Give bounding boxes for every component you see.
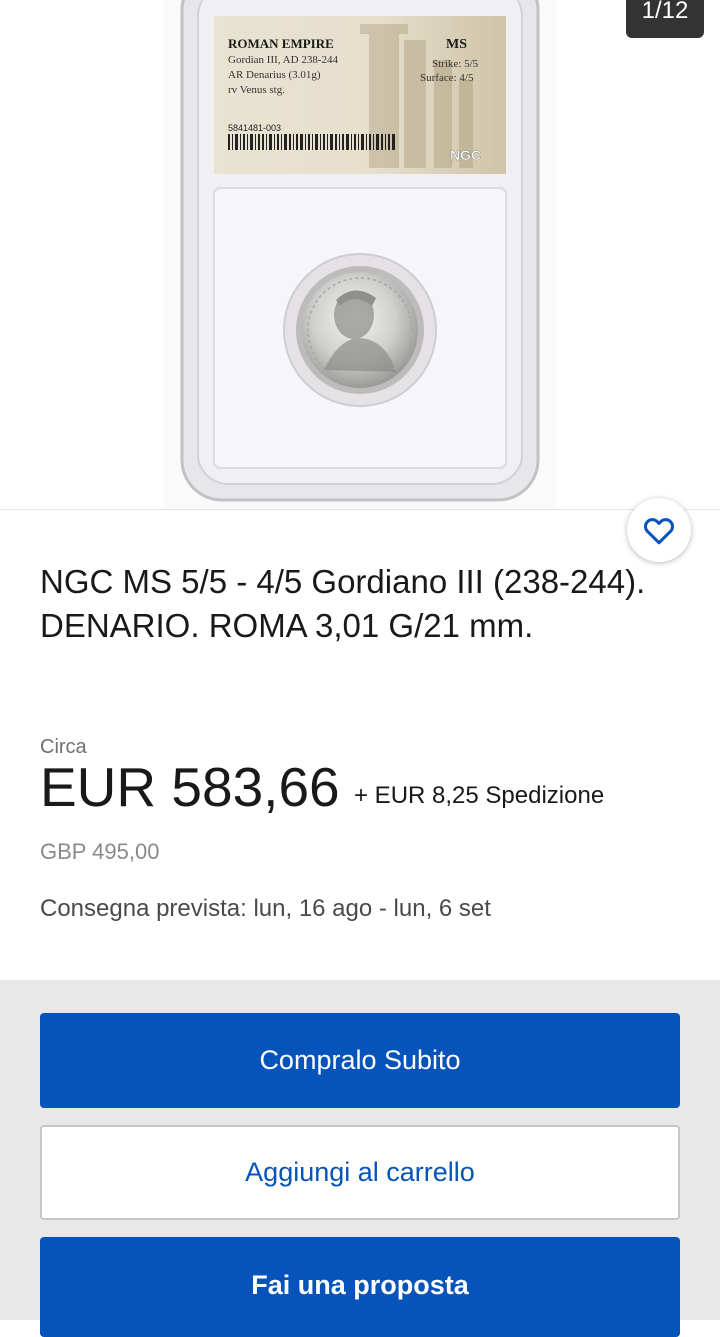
price: EUR 583,66 [40, 756, 340, 818]
label-surface: Surface: 4/5 [420, 72, 474, 84]
buy-now-button[interactable]: Compralo Subito [40, 1013, 680, 1108]
label-strike: Strike: 5/5 [432, 58, 479, 70]
converted-price: GBP 495,00 [40, 839, 160, 864]
label-line4: rv Venus stg. [228, 84, 285, 96]
image-counter: 1/12 [626, 0, 704, 38]
label-line3: AR Denarius (3.01g) [228, 69, 321, 81]
heart-icon [644, 518, 674, 545]
product-photo[interactable]: ROMAN EMPIRE Gordian III, AD 238-244 AR … [164, 0, 556, 508]
label-grade: MS [446, 37, 467, 52]
shipping-cost: + EUR 8,25 Spedizione [354, 782, 605, 809]
label-line2: Gordian III, AD 238-244 [228, 54, 338, 66]
label-brand: NGC [450, 147, 481, 163]
divider [0, 509, 720, 510]
make-offer-button[interactable]: Fai una proposta [40, 1237, 680, 1337]
add-to-cart-button[interactable]: Aggiungi al carrello [40, 1125, 680, 1220]
estimated-delivery: Consegna prevista: lun, 16 ago - lun, 6 … [40, 895, 491, 922]
image-gallery[interactable]: ROMAN EMPIRE Gordian III, AD 238-244 AR … [0, 0, 720, 508]
listing-title: NGC MS 5/5 - 4/5 Gordiano III (238-244).… [40, 563, 646, 644]
label-cert-number: 5841481-003 [228, 123, 281, 133]
action-panel: Compralo Subito Aggiungi al carrello Fai… [0, 980, 720, 1337]
label-line1: ROMAN EMPIRE [228, 36, 334, 51]
watchlist-button[interactable] [627, 498, 691, 562]
